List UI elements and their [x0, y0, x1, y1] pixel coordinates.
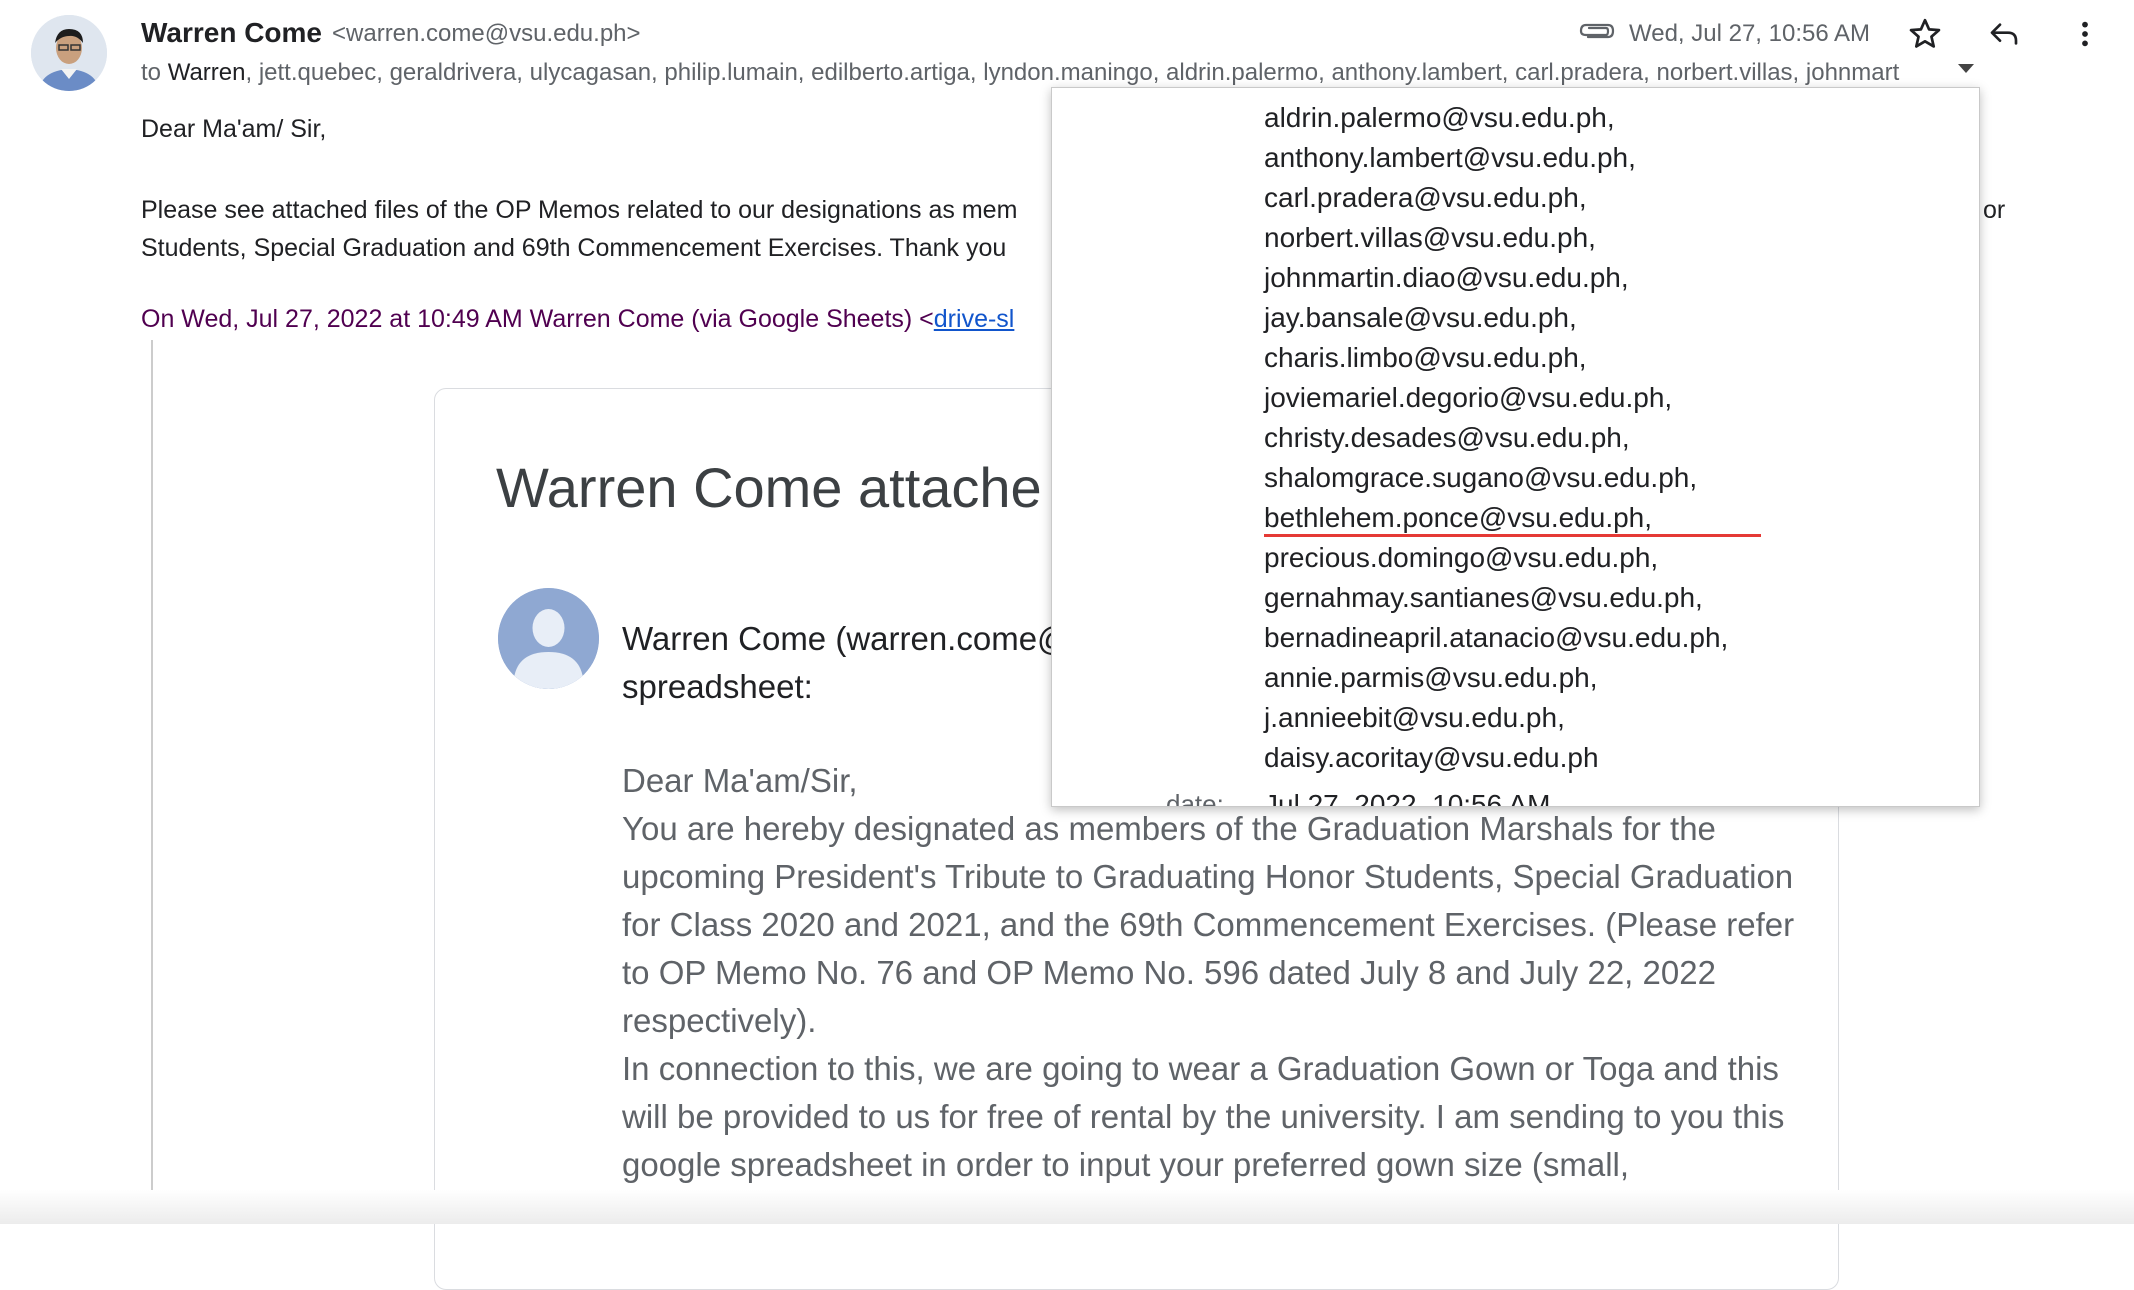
- person-avatar-icon: [498, 588, 599, 689]
- recipients-list: aldrin.palermo@vsu.edu.ph, anthony.lamber…: [1264, 98, 1728, 778]
- recipient-item[interactable]: precious.domingo@vsu.edu.ph,: [1264, 538, 1728, 578]
- sender-name[interactable]: Warren Come: [141, 17, 322, 49]
- sender-email: <warren.come@vsu.edu.ph>: [332, 20, 641, 47]
- card-paragraph-1: You are hereby designated as members of …: [622, 810, 1795, 1039]
- recipient-item[interactable]: jay.bansale@vsu.edu.ph,: [1264, 298, 1728, 338]
- recipient-item[interactable]: annie.parmis@vsu.edu.ph,: [1264, 658, 1728, 698]
- recipient-item[interactable]: j.annieebit@vsu.edu.ph,: [1264, 698, 1728, 738]
- card-title: Warren Come attache: [496, 456, 1042, 519]
- message-line1-end: or: [1983, 196, 2006, 224]
- star-icon[interactable]: [1907, 16, 1943, 52]
- recipient-item[interactable]: bethlehem.ponce@vsu.edu.ph,: [1264, 498, 1728, 538]
- arrow-drop-down-icon[interactable]: [1958, 64, 1974, 73]
- recipient-item[interactable]: gernahmay.santianes@vsu.edu.ph,: [1264, 578, 1728, 618]
- recipient-item[interactable]: daisy.acoritay@vsu.edu.ph: [1264, 738, 1728, 778]
- popup-date-label: date:: [1166, 789, 1224, 807]
- recipient-item[interactable]: joviemariel.degorio@vsu.edu.ph,: [1264, 378, 1728, 418]
- recipient-item[interactable]: shalomgrace.sugano@vsu.edu.ph,: [1264, 458, 1728, 498]
- reply-icon[interactable]: [1986, 18, 2022, 50]
- highlight-underline: [1264, 534, 1761, 537]
- quoted-header-text: On Wed, Jul 27, 2022 at 10:49 AM Warren …: [141, 305, 934, 333]
- quote-bar: [151, 340, 153, 1200]
- message-date: Wed, Jul 27, 10:56 AM: [1629, 20, 1871, 47]
- message-line1-start: Please see attached files of the OP Memo…: [141, 196, 1018, 224]
- recipient-item[interactable]: aldrin.palermo@vsu.edu.ph,: [1264, 98, 1728, 138]
- recipient-item[interactable]: bernadineapril.atanacio@vsu.edu.ph,: [1264, 618, 1728, 658]
- recipient-item[interactable]: carl.pradera@vsu.edu.ph,: [1264, 178, 1728, 218]
- recipient-item[interactable]: charis.limbo@vsu.edu.ph,: [1264, 338, 1728, 378]
- recipient-item[interactable]: johnmartin.diao@vsu.edu.ph,: [1264, 258, 1728, 298]
- recipient-item[interactable]: anthony.lambert@vsu.edu.ph,: [1264, 138, 1728, 178]
- paperclip-icon: [1579, 23, 1615, 39]
- recipient-item[interactable]: norbert.villas@vsu.edu.ph,: [1264, 218, 1728, 258]
- card-paragraph-2: In connection to this, we are going to w…: [622, 1050, 1785, 1183]
- recipients-popup: aldrin.palermo@vsu.edu.ph, anthony.lamber…: [1051, 87, 1980, 807]
- to-me: Warren: [167, 59, 246, 86]
- card-sender: Warren Come (warren.come@ spreadsheet:: [622, 615, 1071, 711]
- recipient-item[interactable]: christy.desades@vsu.edu.ph,: [1264, 418, 1728, 458]
- message-greeting: Dear Ma'am/ Sir,: [141, 115, 327, 143]
- bottom-fade: [0, 1190, 2134, 1224]
- sender-avatar[interactable]: [31, 15, 107, 91]
- card-sender-line1: Warren Come (warren.come@: [622, 620, 1071, 657]
- recipients-line[interactable]: to Warren, jett.quebec, geraldrivera, ul…: [141, 59, 1956, 87]
- card-sender-line2: spreadsheet:: [622, 668, 813, 705]
- to-recipients: , jett.quebec, geraldrivera, ulycagasan,…: [245, 59, 1900, 86]
- to-prefix: to: [141, 59, 162, 86]
- quoted-header: On Wed, Jul 27, 2022 at 10:49 AM Warren …: [141, 305, 1014, 334]
- popup-date-value: Jul 27, 2022, 10:56 AM: [1264, 789, 1551, 807]
- card-message: Dear Ma'am/Sir, You are hereby designate…: [622, 757, 1802, 1189]
- more-vert-icon[interactable]: [2070, 18, 2100, 50]
- quoted-header-link[interactable]: drive-sl: [934, 305, 1015, 333]
